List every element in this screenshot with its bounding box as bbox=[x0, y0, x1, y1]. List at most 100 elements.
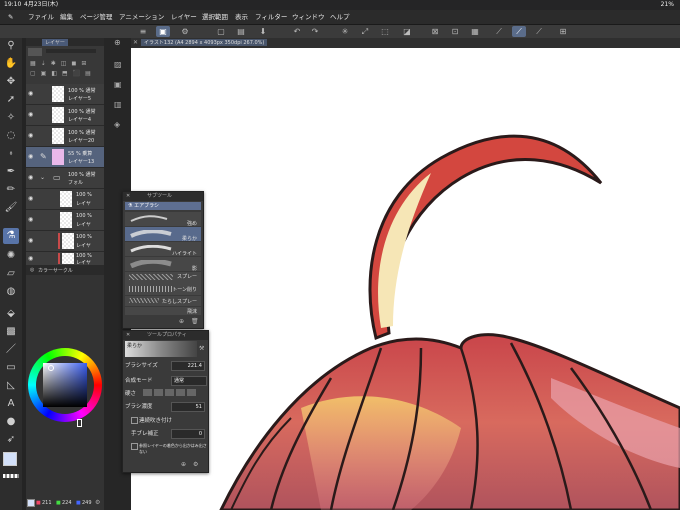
perspective-icon[interactable]: ⟋ bbox=[532, 26, 546, 37]
redo-icon[interactable]: ↷ bbox=[308, 26, 322, 37]
brush-size-field[interactable]: 221.4 bbox=[171, 361, 205, 371]
canvas-view-icon[interactable]: ▣ bbox=[156, 26, 170, 37]
close-icon[interactable]: ✕ bbox=[126, 192, 130, 201]
brush-item[interactable]: 飛沫 bbox=[125, 307, 201, 315]
info-icon[interactable]: ▥ bbox=[114, 100, 122, 109]
correction-tool-icon[interactable]: ➶ bbox=[3, 432, 19, 448]
clear-icon[interactable]: ✳ bbox=[338, 26, 352, 37]
close-icon[interactable]: ✕ bbox=[126, 331, 130, 340]
eye-icon[interactable]: ◉ bbox=[28, 216, 35, 223]
settings-icon[interactable]: ⚙ bbox=[193, 461, 198, 468]
new-file-icon[interactable]: ▢ bbox=[214, 26, 228, 37]
navigator-icon[interactable]: ⊕ bbox=[114, 38, 121, 47]
menu-view[interactable]: 表示 bbox=[235, 10, 248, 24]
layer-action-icons[interactable]: ▢▣◧⬒⬛▤ bbox=[30, 70, 100, 77]
history-icon[interactable]: ◈ bbox=[114, 120, 120, 129]
menu-selection[interactable]: 選択範囲 bbox=[202, 10, 228, 24]
layer-row-selected[interactable]: ◉ ✎ 55 % 乗算 レイヤー13 bbox=[26, 147, 104, 168]
main-color-swatch[interactable] bbox=[3, 452, 17, 466]
eye-icon[interactable]: ◉ bbox=[28, 174, 35, 181]
settings-icon[interactable]: ⚙ bbox=[95, 499, 100, 506]
wrench-icon[interactable]: ⚒ bbox=[199, 345, 204, 352]
add-icon[interactable]: ⊕ bbox=[181, 461, 186, 468]
invert-selection-icon[interactable]: ⊡ bbox=[448, 26, 462, 37]
transparent-swatch[interactable] bbox=[3, 474, 19, 478]
menu-help[interactable]: ヘルプ bbox=[330, 10, 350, 24]
undo-icon[interactable]: ↶ bbox=[290, 26, 304, 37]
frame-tool-icon[interactable]: ▭ bbox=[3, 360, 19, 376]
add-subtool-icon[interactable]: ⊕ bbox=[179, 318, 184, 325]
layer-row[interactable]: ◉ 100 % 通常 レイヤー4 bbox=[26, 105, 104, 126]
move-tool-icon[interactable]: ✥ bbox=[3, 74, 19, 90]
layer-row[interactable]: ◉ 100 % レイヤ bbox=[26, 210, 104, 231]
text-tool-icon[interactable]: A bbox=[3, 396, 19, 412]
layer-row[interactable]: ◉ 100 % レイヤ bbox=[26, 252, 104, 266]
trash-icon[interactable]: 🗑 bbox=[191, 318, 199, 325]
menu-page[interactable]: ページ管理 bbox=[80, 10, 112, 24]
pencil-tool-icon[interactable]: ✏ bbox=[3, 182, 19, 198]
hardness-slider[interactable] bbox=[143, 389, 198, 396]
deselect-icon[interactable]: ⊠ bbox=[428, 26, 442, 37]
scale-icon[interactable]: ⬚ bbox=[378, 26, 392, 37]
balloon-tool-icon[interactable]: ● bbox=[3, 414, 19, 430]
eye-icon[interactable]: ◉ bbox=[28, 237, 35, 244]
color-panel-tab[interactable]: カラーサークル bbox=[38, 267, 73, 274]
layer-row[interactable]: ◉ 100 % 通常 レイヤー20 bbox=[26, 126, 104, 147]
menu-animation[interactable]: アニメーション bbox=[119, 10, 164, 24]
eye-icon[interactable]: ◉ bbox=[28, 90, 35, 97]
lasso-icon[interactable]: ◌ bbox=[3, 128, 19, 144]
brush-tool-icon[interactable]: 🖌 bbox=[3, 200, 19, 216]
hand-tool-icon[interactable]: ✋ bbox=[3, 56, 19, 72]
eye-icon[interactable]: ◉ bbox=[28, 153, 35, 160]
operation-tool-icon[interactable]: ➚ bbox=[3, 92, 19, 108]
settings-icon[interactable]: ⚙ bbox=[178, 26, 192, 37]
ruler-snap-icon[interactable]: ⟋ bbox=[512, 26, 526, 37]
eraser-tool-icon[interactable]: ▱ bbox=[3, 266, 19, 282]
speech-tool-icon[interactable]: ◺ bbox=[3, 378, 19, 394]
layer-folder-row[interactable]: ◉ ⌄ ▭ 100 % 通常 フォル bbox=[26, 168, 104, 189]
transform-icon[interactable]: ⤢ bbox=[358, 26, 372, 37]
canvas-tab[interactable]: イラスト132 (A4 2894 x 4093px 350dpi 267.0%) bbox=[141, 39, 268, 46]
fill-tool-icon[interactable]: ⬙ bbox=[3, 306, 19, 322]
stabilize-field[interactable]: 0 bbox=[171, 429, 205, 439]
ruler-icon[interactable]: ⟋ bbox=[492, 26, 506, 37]
pen-tool-icon[interactable]: ✒ bbox=[3, 164, 19, 180]
brush-item[interactable]: トーン削り bbox=[125, 284, 201, 295]
brush-item[interactable]: たらしスプレー bbox=[125, 296, 201, 306]
zoom-tool-icon[interactable]: ⚲ bbox=[3, 38, 19, 54]
blend-mode-select[interactable]: 通常 bbox=[171, 376, 207, 386]
blend-mode-select[interactable] bbox=[28, 48, 42, 56]
menu-window[interactable]: ウィンドウ bbox=[292, 10, 325, 24]
eye-icon[interactable]: ◉ bbox=[28, 132, 35, 139]
opacity-slider[interactable] bbox=[46, 49, 96, 53]
menu-filter[interactable]: フィルター bbox=[255, 10, 287, 24]
hamburger-icon[interactable]: ≡ bbox=[136, 26, 150, 37]
save-icon[interactable]: ⬇ bbox=[256, 26, 270, 37]
brush-item[interactable]: ハイライト bbox=[125, 242, 201, 257]
eye-icon[interactable]: ◉ bbox=[28, 111, 35, 118]
density-field[interactable]: 51 bbox=[171, 402, 205, 412]
open-folder-icon[interactable]: ▤ bbox=[234, 26, 248, 37]
material-icon[interactable]: ▣ bbox=[114, 80, 122, 89]
chevron-down-icon[interactable]: ⌄ bbox=[40, 174, 45, 181]
figure-tool-icon[interactable]: ／ bbox=[3, 342, 19, 358]
eye-icon[interactable]: ◉ bbox=[28, 195, 35, 202]
crop-icon[interactable]: ▦ bbox=[468, 26, 482, 37]
magic-wand-icon[interactable]: ✧ bbox=[3, 110, 19, 126]
continuous-checkbox[interactable] bbox=[131, 417, 138, 424]
layer-tab[interactable]: レイヤー bbox=[42, 39, 68, 46]
drawing-canvas[interactable] bbox=[131, 48, 680, 510]
eyedropper-icon[interactable]: ⬫ bbox=[3, 146, 19, 162]
layer-row[interactable]: ◉ 100 % 通常 レイヤー5 bbox=[26, 84, 104, 105]
brush-item-selected[interactable]: 柔らか bbox=[125, 227, 201, 242]
layer-tool-icons[interactable]: ▦⇣✱◫◼⊞ bbox=[30, 60, 100, 67]
grid-icon[interactable]: ⊞ bbox=[556, 26, 570, 37]
brush-item[interactable]: 強め bbox=[125, 212, 201, 227]
menu-layer[interactable]: レイヤー bbox=[171, 10, 197, 24]
menu-file[interactable]: ファイル bbox=[28, 10, 54, 24]
layer-row[interactable]: ◉ 100 % レイヤ bbox=[26, 189, 104, 210]
subtool-group[interactable]: ⚗ エアブラシ bbox=[125, 202, 201, 210]
image-icon[interactable]: ▨ bbox=[114, 60, 122, 69]
reference-checkbox[interactable] bbox=[131, 443, 138, 450]
decoration-tool-icon[interactable]: ✺ bbox=[3, 248, 19, 264]
